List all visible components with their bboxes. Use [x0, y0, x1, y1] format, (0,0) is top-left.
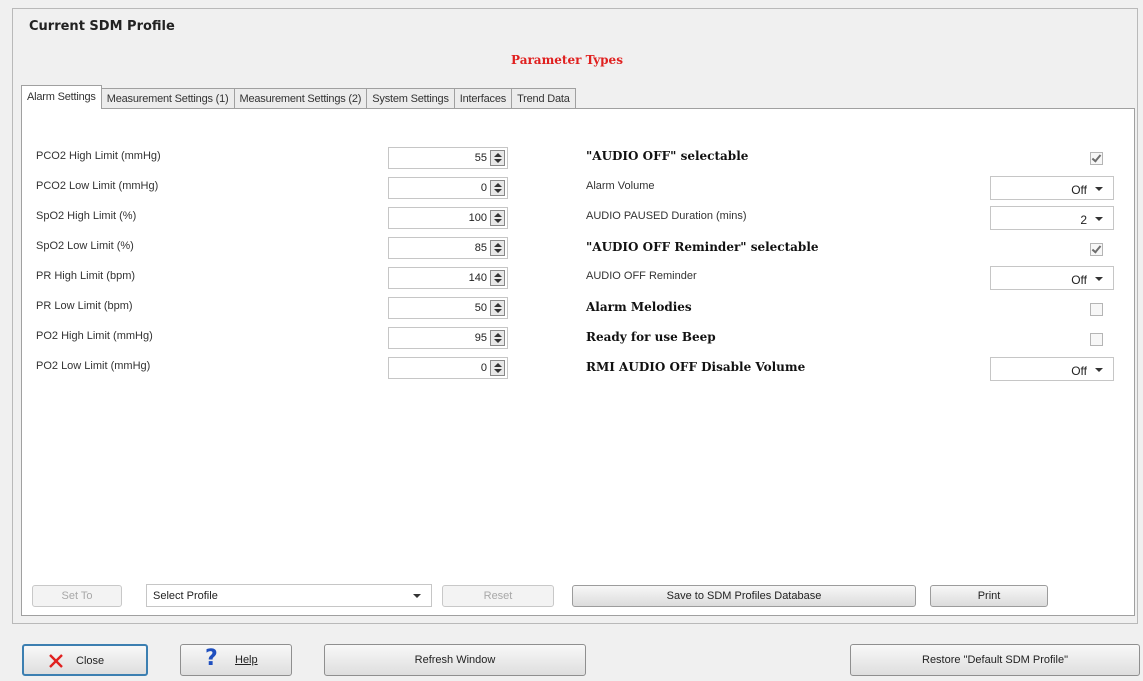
set-to-button[interactable]: Set To [32, 585, 122, 607]
profile-title: Current SDM Profile [29, 19, 175, 34]
restore-default-profile-button[interactable]: Restore "Default SDM Profile" [850, 644, 1140, 676]
select-value: Off [1071, 364, 1087, 378]
limit-value: 50 [474, 302, 487, 314]
limit-value: 100 [468, 212, 487, 224]
alarm-settings-page: PCO2 High Limit (mmHg) 55 PCO2 Low Limit… [21, 108, 1135, 616]
audio-off-selectable-label: "AUDIO OFF" selectable [586, 149, 749, 163]
limit-spinbox[interactable]: 55 [388, 147, 508, 169]
limit-spinbox[interactable]: 50 [388, 297, 508, 319]
limit-spinbox[interactable]: 95 [388, 327, 508, 349]
close-icon [49, 654, 63, 668]
limit-value: 85 [474, 242, 487, 254]
tab-system-settings[interactable]: System Settings [366, 88, 455, 109]
spin-arrows-icon[interactable] [490, 150, 505, 166]
chevron-down-icon [1095, 187, 1103, 191]
limit-value: 140 [468, 272, 487, 284]
limit-label: PCO2 High Limit (mmHg) [36, 150, 161, 162]
audio-paused-duration-label: AUDIO PAUSED Duration (mins) [586, 210, 747, 222]
tab-interfaces[interactable]: Interfaces [453, 88, 513, 109]
chevron-down-icon [413, 594, 421, 598]
rmi-audio-off-disable-volume-label: RMI AUDIO OFF Disable Volume [586, 360, 806, 374]
help-label: Help [235, 654, 258, 666]
limit-label: SpO2 Low Limit (%) [36, 240, 134, 252]
limit-value: 55 [474, 152, 487, 164]
alarm-melodies-checkbox[interactable] [1090, 303, 1103, 316]
select-profile-dropdown[interactable]: Select Profile [146, 584, 432, 607]
spin-arrows-icon[interactable] [490, 270, 505, 286]
chevron-down-icon [1095, 368, 1103, 372]
spin-arrows-icon[interactable] [490, 240, 505, 256]
current-profile-panel: Current SDM Profile Parameter Types Alar… [12, 8, 1138, 624]
alarm-volume-label: Alarm Volume [586, 180, 655, 192]
audio-off-reminder-selectable-label: "AUDIO OFF Reminder" selectable [586, 240, 819, 254]
audio-off-reminder-select[interactable]: Off [990, 266, 1114, 290]
help-button[interactable]: ? Help [180, 644, 292, 676]
limit-spinbox[interactable]: 100 [388, 207, 508, 229]
help-icon: ? [205, 646, 218, 671]
limit-label: PO2 Low Limit (mmHg) [36, 360, 151, 372]
limit-value: 0 [480, 182, 487, 194]
tab-measurement-settings-2[interactable]: Measurement Settings (2) [233, 88, 368, 109]
tab-alarm-settings[interactable]: Alarm Settings [21, 85, 102, 109]
print-button[interactable]: Print [930, 585, 1048, 607]
spin-arrows-icon[interactable] [490, 300, 505, 316]
audio-off-reminder-selectable-checkbox[interactable] [1090, 243, 1103, 256]
spin-arrows-icon[interactable] [490, 210, 505, 226]
limit-label: PR Low Limit (bpm) [36, 300, 133, 312]
tab-trend-data[interactable]: Trend Data [511, 88, 576, 109]
reset-button[interactable]: Reset [442, 585, 554, 607]
audio-off-reminder-label: AUDIO OFF Reminder [586, 270, 697, 282]
parameter-types-heading: Parameter Types [511, 53, 623, 67]
refresh-window-button[interactable]: Refresh Window [324, 644, 586, 676]
audio-paused-duration-select[interactable]: 2 [990, 206, 1114, 230]
alarm-volume-select[interactable]: Off [990, 176, 1114, 200]
save-to-database-button[interactable]: Save to SDM Profiles Database [572, 585, 916, 607]
limit-spinbox[interactable]: 140 [388, 267, 508, 289]
select-value: Off [1071, 273, 1087, 287]
select-profile-value: Select Profile [153, 590, 218, 602]
limit-label: PCO2 Low Limit (mmHg) [36, 180, 159, 192]
chevron-down-icon [1095, 277, 1103, 281]
spin-arrows-icon[interactable] [490, 330, 505, 346]
ready-for-use-beep-label: Ready for use Beep [586, 330, 716, 344]
limit-label: SpO2 High Limit (%) [36, 210, 137, 222]
spin-arrows-icon[interactable] [490, 360, 505, 376]
close-label: Close [76, 655, 105, 667]
tab-measurement-settings-1[interactable]: Measurement Settings (1) [100, 88, 235, 109]
close-button[interactable]: Close [22, 644, 148, 676]
select-value: Off [1071, 183, 1087, 197]
limit-spinbox[interactable]: 0 [388, 177, 508, 199]
limit-label: PR High Limit (bpm) [36, 270, 136, 282]
limit-spinbox[interactable]: 0 [388, 357, 508, 379]
tab-strip: Alarm Settings Measurement Settings (1) … [21, 85, 576, 109]
limit-label: PO2 High Limit (mmHg) [36, 330, 153, 342]
limit-value: 95 [474, 332, 487, 344]
limit-value: 0 [480, 362, 487, 374]
chevron-down-icon [1095, 217, 1103, 221]
audio-off-selectable-checkbox[interactable] [1090, 152, 1103, 165]
spin-arrows-icon[interactable] [490, 180, 505, 196]
rmi-audio-off-disable-volume-select[interactable]: Off [990, 357, 1114, 381]
limit-spinbox[interactable]: 85 [388, 237, 508, 259]
select-value: 2 [1080, 213, 1087, 227]
ready-for-use-beep-checkbox[interactable] [1090, 333, 1103, 346]
alarm-melodies-label: Alarm Melodies [586, 300, 692, 314]
